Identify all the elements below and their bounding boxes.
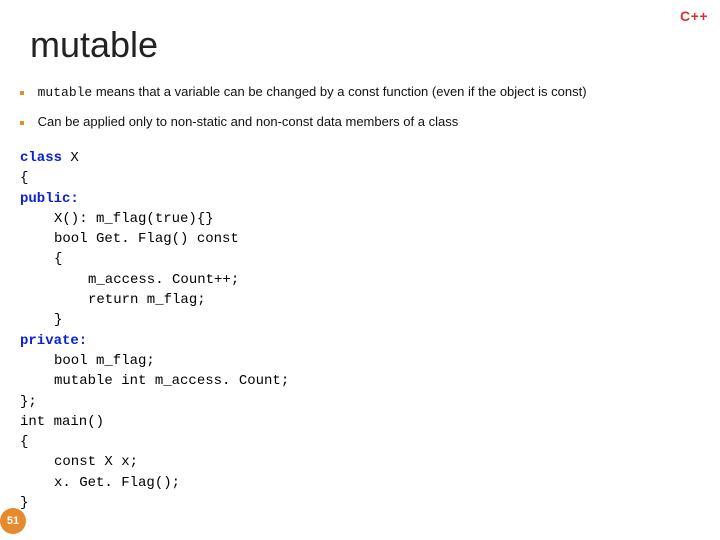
code-text: bool Get. Flag() const xyxy=(20,229,700,249)
code-text: m_access. Count++; xyxy=(20,270,700,290)
page-number-badge: 51 xyxy=(0,508,26,534)
code-block: class X { public: X(): m_flag(true){} bo… xyxy=(20,148,700,513)
page-title: mutable xyxy=(30,24,158,66)
language-badge: C++ xyxy=(680,8,708,24)
code-text: { xyxy=(20,249,700,269)
code-text: } xyxy=(20,493,700,513)
bullet-text: Can be applied only to non-static and no… xyxy=(38,114,459,129)
bullet-marker-icon xyxy=(20,91,24,95)
code-text: mutable int m_access. Count; xyxy=(20,371,700,391)
code-text: } xyxy=(20,310,700,330)
code-text: { xyxy=(20,432,700,452)
bullet-text: means that a variable can be changed by … xyxy=(92,84,586,99)
code-text: X xyxy=(62,150,79,166)
code-text: X(): m_flag(true){} xyxy=(20,209,700,229)
slide: C++ mutable mutable means that a variabl… xyxy=(0,0,720,540)
code-text: const X x; xyxy=(20,452,700,472)
code-text: bool m_flag; xyxy=(20,351,700,371)
code-keyword: class xyxy=(20,150,62,166)
code-text: { xyxy=(20,168,700,188)
bullet-marker-icon xyxy=(20,121,24,125)
bullet-list: mutable means that a variable can be cha… xyxy=(20,84,704,143)
code-keyword: private: xyxy=(20,333,87,349)
code-text: x. Get. Flag(); xyxy=(20,473,700,493)
bullet-item: Can be applied only to non-static and no… xyxy=(20,114,704,129)
bullet-keyword: mutable xyxy=(38,85,93,100)
code-text: int main() xyxy=(20,412,700,432)
code-text: }; xyxy=(20,392,700,412)
code-text: return m_flag; xyxy=(20,290,700,310)
bullet-item: mutable means that a variable can be cha… xyxy=(20,84,704,100)
code-keyword: public: xyxy=(20,191,79,207)
